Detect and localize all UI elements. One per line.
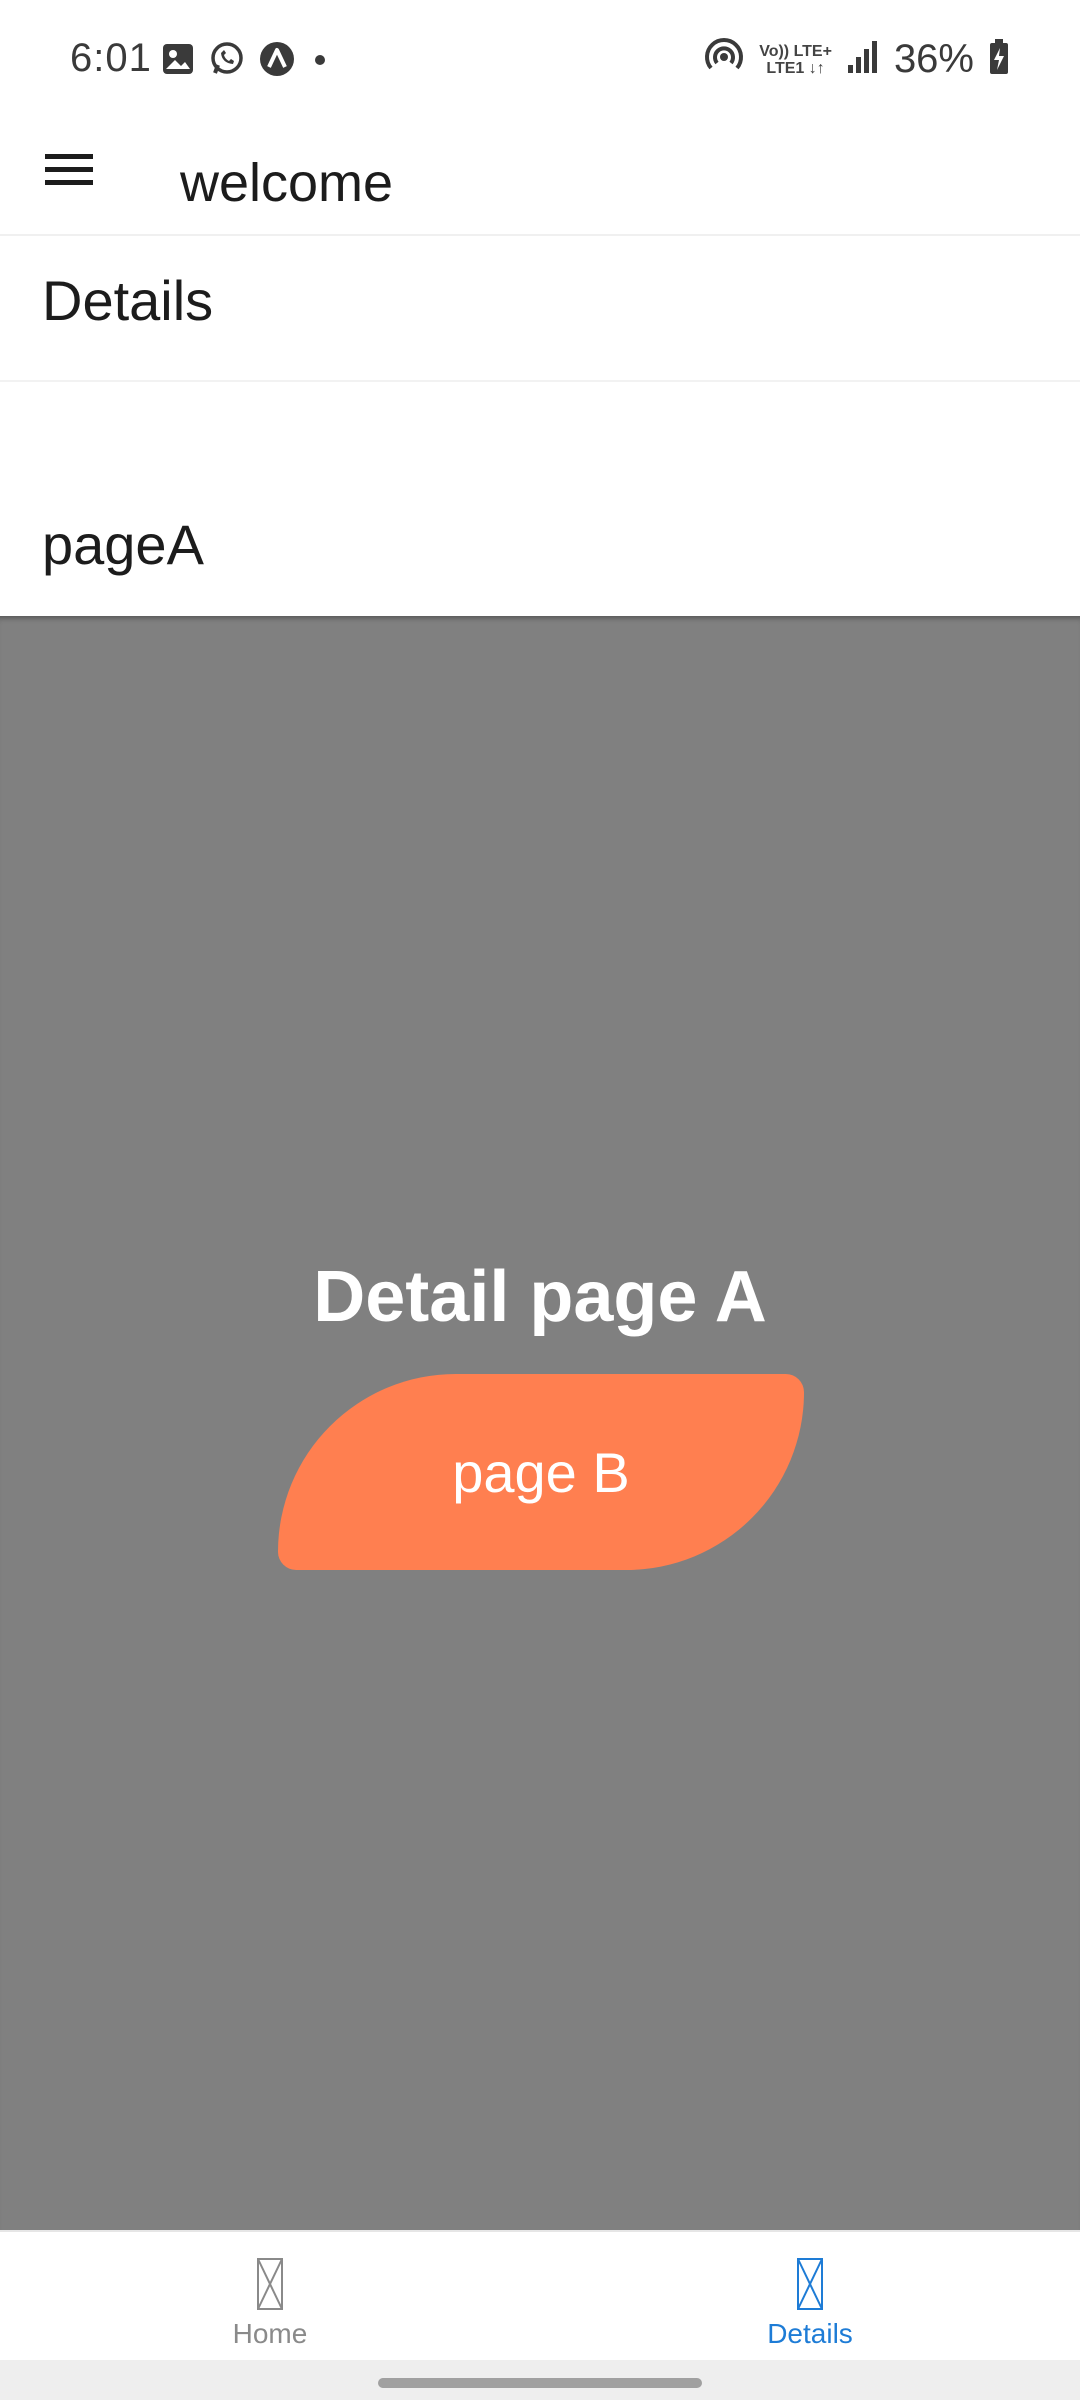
placeholder-icon (257, 2258, 283, 2310)
status-time: 6:01 (70, 36, 152, 80)
hotspot-icon (703, 36, 745, 83)
status-right: Vo)) LTE+ LTE1 ↓↑ 36% (703, 36, 1010, 83)
app-bar: welcome (0, 120, 1080, 236)
bottom-nav: Home Details (0, 2230, 1080, 2360)
gallery-icon (160, 41, 196, 82)
page-header: pageA (0, 384, 1080, 616)
nav-label-home: Home (232, 2318, 308, 2349)
lte-bottom-label: LTE1 ↓↑ (766, 59, 825, 77)
section-header: Details (0, 238, 1080, 382)
content-area: Detail page A page B (0, 616, 1080, 2230)
app-title: welcome (180, 153, 394, 213)
nav-item-details[interactable]: Details (540, 2232, 1080, 2362)
dot-icon (308, 40, 332, 83)
status-bar: 6:01 Vo)) LTE+ LTE1 ↓↑ 36% (0, 0, 1080, 120)
volte-icon: Vo)) LTE+ LTE1 ↓↑ (759, 43, 832, 77)
app-a-icon (258, 40, 296, 83)
battery-charging-icon (988, 38, 1010, 81)
hamburger-menu-icon (45, 152, 95, 193)
section-title: Details (42, 269, 214, 332)
status-left-icons (160, 40, 332, 83)
whatsapp-icon (208, 40, 246, 83)
nav-label-details: Details (767, 2318, 853, 2349)
detail-heading: Detail page A (313, 1257, 767, 1337)
page-b-button[interactable]: page B (278, 1374, 804, 1570)
gesture-area (0, 2360, 1080, 2400)
menu-button[interactable] (42, 144, 98, 200)
gesture-handle[interactable] (378, 2378, 702, 2388)
page-title: pageA (42, 513, 204, 576)
signal-icon (846, 39, 880, 80)
screen: 6:01 Vo)) LTE+ LTE1 ↓↑ 36% welcome Detai… (0, 0, 1080, 2400)
lte-top-label: Vo)) LTE+ (759, 42, 832, 60)
battery-percent: 36% (893, 37, 974, 81)
nav-item-home[interactable]: Home (0, 2232, 540, 2362)
placeholder-icon (797, 2258, 823, 2310)
